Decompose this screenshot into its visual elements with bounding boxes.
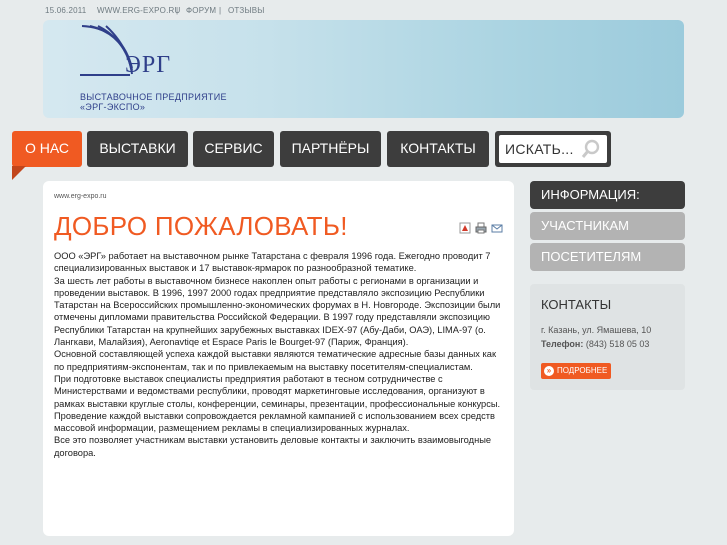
paragraph: Основной составляющей успеха каждой выст… [54, 349, 497, 372]
search-field[interactable]: ИСКАТЬ... [499, 135, 607, 163]
site-link[interactable]: WWW.ERG-EXPO.RU [97, 6, 180, 15]
paragraph: ООО «ЭРГ» работает на выставочном рынке … [54, 251, 491, 274]
contacts-box: КОНТАКТЫ г. Казань, ул. Ямашева, 10 Теле… [530, 284, 685, 390]
main-content: www.erg-expo.ru ДОБРО ПОЖАЛОВАТЬ! ООО «Э… [43, 181, 514, 536]
sidebar-item-visitors[interactable]: ПОСЕТИТЕЛЯМ [530, 243, 685, 271]
page-title: ДОБРО ПОЖАЛОВАТЬ! [54, 211, 348, 241]
logo-mark: ЭРГ [125, 52, 172, 78]
nav-about-label: О НАС [24, 140, 70, 156]
sidebar-item-label: ПОСЕТИТЕЛЯМ [541, 249, 642, 264]
nav-exhibitions[interactable]: ВЫСТАВКИ [87, 131, 188, 167]
paragraph: Все это позволяет участникам выставки ус… [54, 435, 492, 458]
nav-contacts-label: КОНТАКТЫ [400, 140, 476, 156]
search-box: ИСКАТЬ... [495, 131, 611, 167]
nav-service[interactable]: СЕРВИС [193, 131, 274, 167]
sidebar-item-label: ИНФОРМАЦИЯ: [541, 187, 640, 202]
sidebar-item-info[interactable]: ИНФОРМАЦИЯ: [530, 181, 685, 209]
reviews-link[interactable]: ОТЗЫВЫ [228, 6, 265, 15]
paragraph: При подготовке выставок специалисты пред… [54, 373, 501, 409]
sidebar-item-label: УЧАСТНИКАМ [541, 218, 630, 233]
nav-service-label: СЕРВИС [204, 140, 263, 156]
paragraph: За шесть лет работы в выставочном бизнес… [54, 275, 501, 348]
nav-partners-label: ПАРТНЁРЫ [291, 140, 370, 156]
nav-exhibitions-label: ВЫСТАВКИ [99, 140, 176, 156]
more-button[interactable]: » ПОДРОБНЕЕ [541, 363, 612, 379]
contacts-title: КОНТАКТЫ [541, 297, 612, 312]
logo-line-2: «ЭРГ-ЭКСПО» [80, 102, 146, 112]
separator: | [176, 6, 179, 15]
more-label: ПОДРОБНЕЕ [557, 366, 608, 375]
breadcrumb[interactable]: www.erg-expo.ru [54, 193, 107, 200]
logo-line-1: ВЫСТАВОЧНОЕ ПРЕДПРИЯТИЕ [80, 92, 227, 102]
print-icon[interactable] [475, 222, 487, 234]
email-icon[interactable] [491, 222, 503, 234]
header-banner: ЭРГ ВЫСТАВОЧНОЕ ПРЕДПРИЯТИЕ «ЭРГ-ЭКСПО» [43, 20, 684, 118]
contacts-phone-row: Телефон: (843) 518 05 03 [541, 339, 649, 349]
search-input[interactable]: ИСКАТЬ... [505, 141, 574, 157]
top-bar: 15.06.2011 WWW.ERG-EXPO.RU | ФОРУМ | ОТЗ… [0, 0, 727, 20]
search-icon[interactable] [581, 139, 601, 159]
nav-partners[interactable]: ПАРТНЁРЫ [280, 131, 381, 167]
date-text: 15.06.2011 [45, 6, 87, 15]
forum-link[interactable]: ФОРУМ [186, 6, 216, 15]
nav-about[interactable]: О НАС [12, 131, 82, 167]
phone-number: (843) 518 05 03 [585, 339, 650, 349]
pdf-icon[interactable] [459, 222, 471, 234]
nav-contacts[interactable]: КОНТАКТЫ [387, 131, 489, 167]
nav-active-fold [12, 166, 26, 180]
phone-label: Телефон: [541, 339, 584, 349]
separator: | [219, 6, 222, 15]
paragraph: Проведение каждой выставки сопровождаетс… [54, 410, 495, 434]
article-body: ООО «ЭРГ» работает на выставочном рынке … [54, 250, 508, 459]
contacts-address: г. Казань, ул. Ямашева, 10 [541, 325, 652, 335]
sidebar-item-participants[interactable]: УЧАСТНИКАМ [530, 212, 685, 240]
chevron-right-icon: » [544, 365, 554, 376]
